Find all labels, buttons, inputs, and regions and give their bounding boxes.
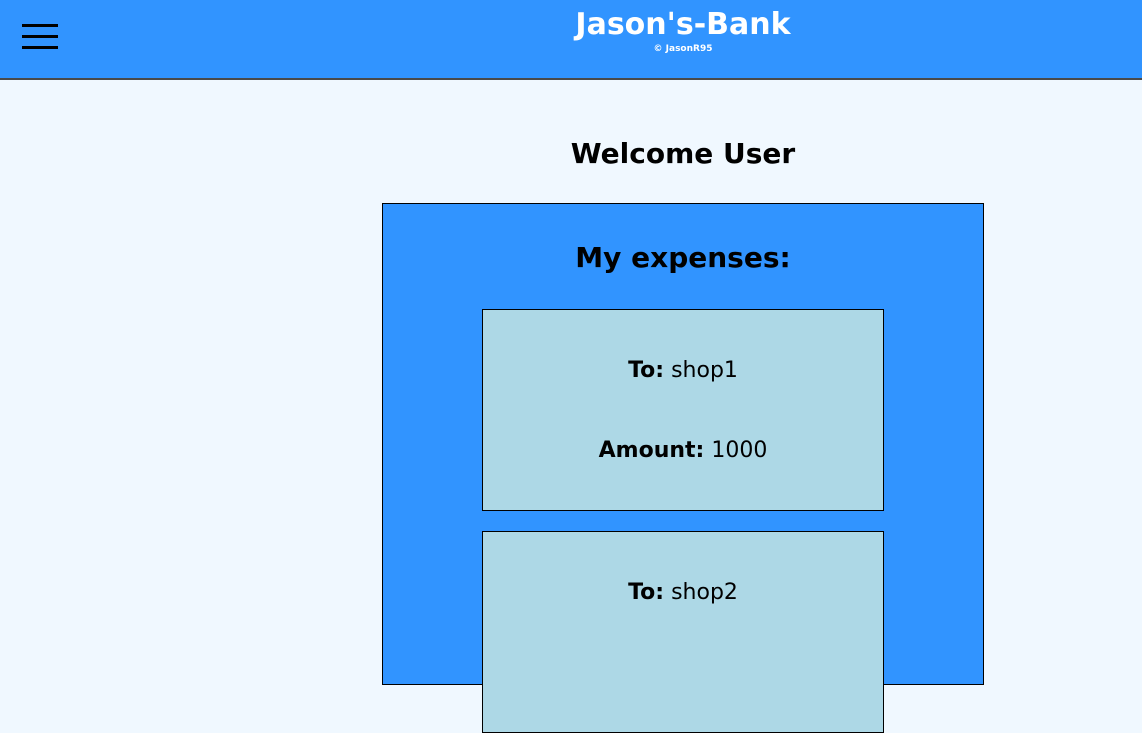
app-header: Jason's-Bank © JasonR95 — [0, 0, 1142, 80]
expense-to: To: shop1 — [483, 357, 883, 385]
expense-to: To: shop2 — [483, 579, 883, 607]
expense-card: To: shop2 — [482, 531, 884, 733]
to-label: To: — [628, 358, 665, 383]
brand: Jason's-Bank © JasonR95 — [0, 6, 1142, 55]
to-label: To: — [628, 580, 665, 605]
expense-amount: Amount: 1000 — [483, 437, 883, 465]
to-value: shop2 — [671, 580, 738, 605]
expense-card: To: shop1 Amount: 1000 — [482, 309, 884, 511]
expenses-panel: My expenses: To: shop1 Amount: 1000 To: … — [382, 203, 984, 733]
copyright-text: © JasonR95 — [653, 44, 713, 54]
amount-value: 1000 — [711, 438, 768, 463]
app-title: Jason's-Bank — [575, 7, 791, 42]
welcome-heading: Welcome User — [570, 137, 796, 170]
to-value: shop1 — [671, 358, 738, 383]
expenses-title: My expenses: — [575, 241, 791, 274]
amount-label: Amount: — [598, 438, 705, 463]
